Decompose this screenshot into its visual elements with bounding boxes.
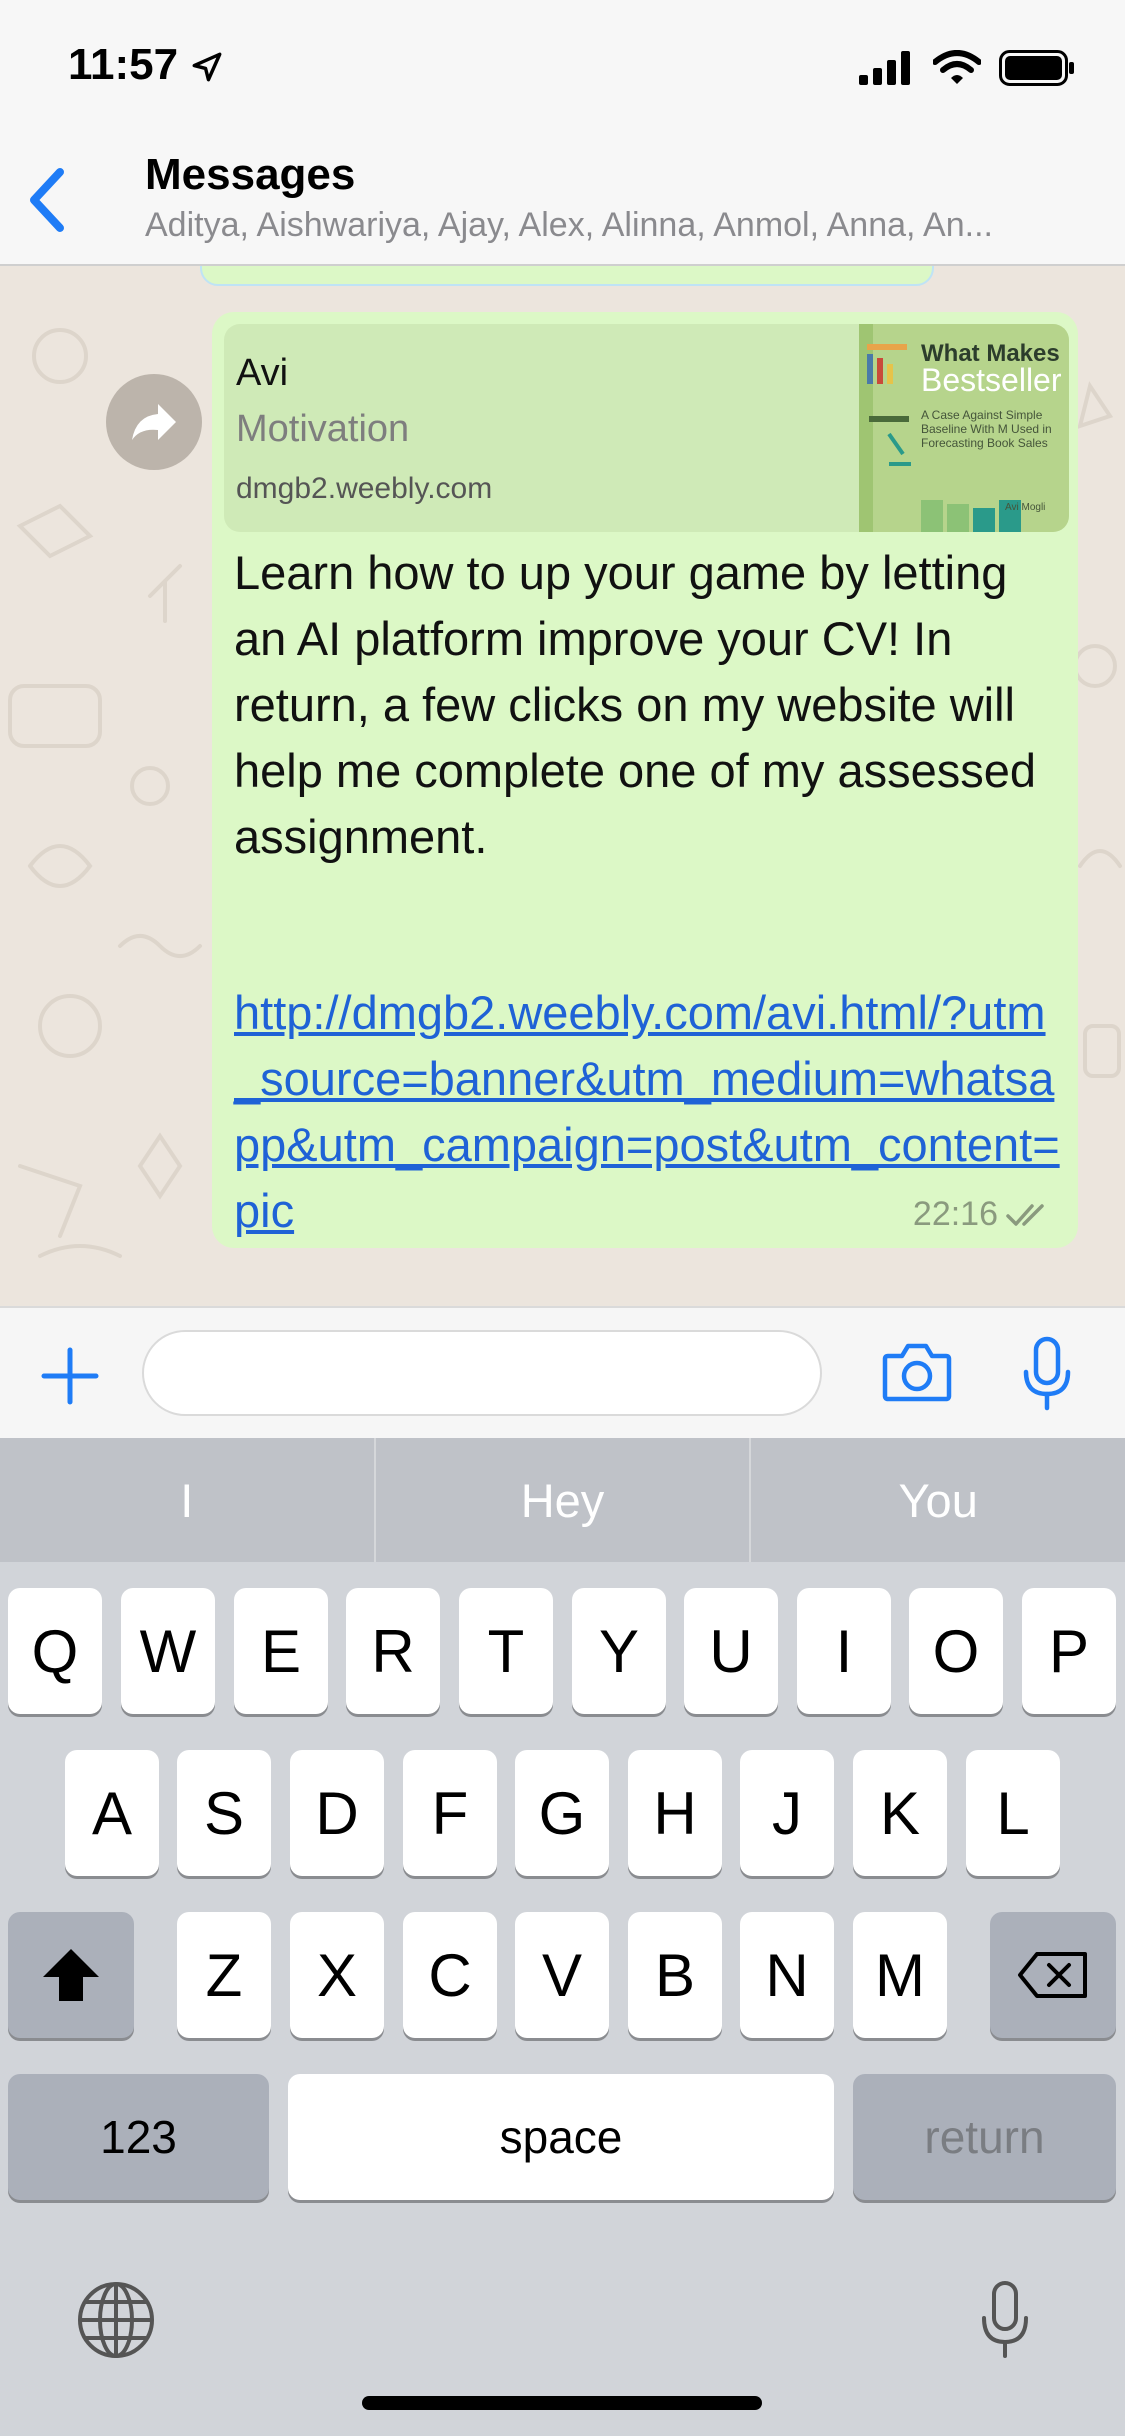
nav-bar: Messages Aditya, Aishwariya, Ajay, Alex,… [0,140,1125,266]
key-g[interactable]: G [515,1750,609,1876]
key-a[interactable]: A [65,1750,159,1876]
link-preview-thumbnail: What Makes Bestseller A Case Against Sim… [859,324,1069,532]
link-preview-domain: dmgb2.weebly.com [236,472,493,505]
chat-participants[interactable]: Aditya, Aishwariya, Ajay, Alex, Alinna, … [145,206,1095,245]
keyboard: I Hey You Q W E R T Y U I O P A S D F G … [0,1438,1125,2436]
battery-icon [999,50,1074,86]
numbers-key[interactable]: 123 [8,2074,269,2200]
message-timestamp: 22:16 [912,1195,998,1233]
message-bubble[interactable]: Avi Motivation dmgb2.weebly.com What Mak… [212,312,1078,1248]
shift-arrow-icon [43,1949,99,2001]
key-q[interactable]: Q [8,1588,102,1714]
key-x[interactable]: X [290,1912,384,2038]
microphone-icon[interactable] [1020,1336,1074,1412]
key-k[interactable]: K [853,1750,947,1876]
key-y[interactable]: Y [572,1588,666,1714]
key-b[interactable]: B [628,1912,722,2038]
message-input[interactable] [142,1330,822,1416]
key-t[interactable]: T [459,1588,553,1714]
key-i[interactable]: I [797,1588,891,1714]
space-key[interactable]: space [288,2074,834,2200]
shift-key[interactable] [8,1912,134,2038]
key-f[interactable]: F [403,1750,497,1876]
key-r[interactable]: R [346,1588,440,1714]
camera-icon[interactable] [882,1340,952,1402]
key-u[interactable]: U [684,1588,778,1714]
message-meta: 22:16 [913,1195,1052,1234]
message-text: Learn how to up your game by letting an … [234,546,1037,863]
key-m[interactable]: M [853,1912,947,2038]
thumbnail-text: A Case Against Simple Baseline With M Us… [921,408,1052,450]
key-l[interactable]: L [966,1750,1060,1876]
key-d[interactable]: D [290,1750,384,1876]
wifi-icon [933,50,981,84]
signal-icon [859,51,910,85]
key-e[interactable]: E [234,1588,328,1714]
forward-arrow-icon [132,404,176,440]
key-c[interactable]: C [403,1912,497,2038]
key-s[interactable]: S [177,1750,271,1876]
forward-button[interactable] [106,374,202,470]
input-bar [0,1306,1125,1440]
chat-title[interactable]: Messages [145,150,355,200]
status-time: 11:57 [68,40,179,89]
status-bar: 11:57 [0,0,1125,140]
plus-icon[interactable] [38,1344,102,1408]
suggestion-item[interactable]: You [751,1438,1125,1562]
back-chevron-icon[interactable] [18,160,78,240]
chat-area[interactable]: Avi Motivation dmgb2.weebly.com What Mak… [0,266,1125,1306]
thumbnail-text: Bestseller [921,362,1062,398]
double-check-icon [1006,1203,1044,1226]
key-p[interactable]: P [1022,1588,1116,1714]
key-h[interactable]: H [628,1750,722,1876]
suggestion-bar: I Hey You [0,1438,1125,1562]
backspace-icon [1018,1952,1087,1998]
key-w[interactable]: W [121,1588,215,1714]
key-n[interactable]: N [740,1912,834,2038]
key-o[interactable]: O [909,1588,1003,1714]
key-j[interactable]: J [740,1750,834,1876]
thumbnail-text: Avi Mogli [1005,502,1046,513]
link-preview-author: Avi [236,352,289,394]
suggestion-item[interactable]: Hey [376,1438,752,1562]
dictation-mic-icon[interactable] [980,2280,1030,2360]
location-arrow-icon [192,52,222,82]
suggestion-item[interactable]: I [0,1438,376,1562]
previous-message-bubble[interactable] [200,266,934,286]
backspace-key[interactable] [990,1912,1116,2038]
status-icons [859,50,1075,86]
link-preview[interactable]: Avi Motivation dmgb2.weebly.com What Mak… [224,324,1069,532]
key-z[interactable]: Z [177,1912,271,2038]
return-key[interactable]: return [853,2074,1116,2200]
key-v[interactable]: V [515,1912,609,2038]
link-preview-title: Motivation [236,408,410,450]
home-indicator[interactable] [362,2396,762,2410]
globe-icon[interactable] [76,2280,156,2360]
